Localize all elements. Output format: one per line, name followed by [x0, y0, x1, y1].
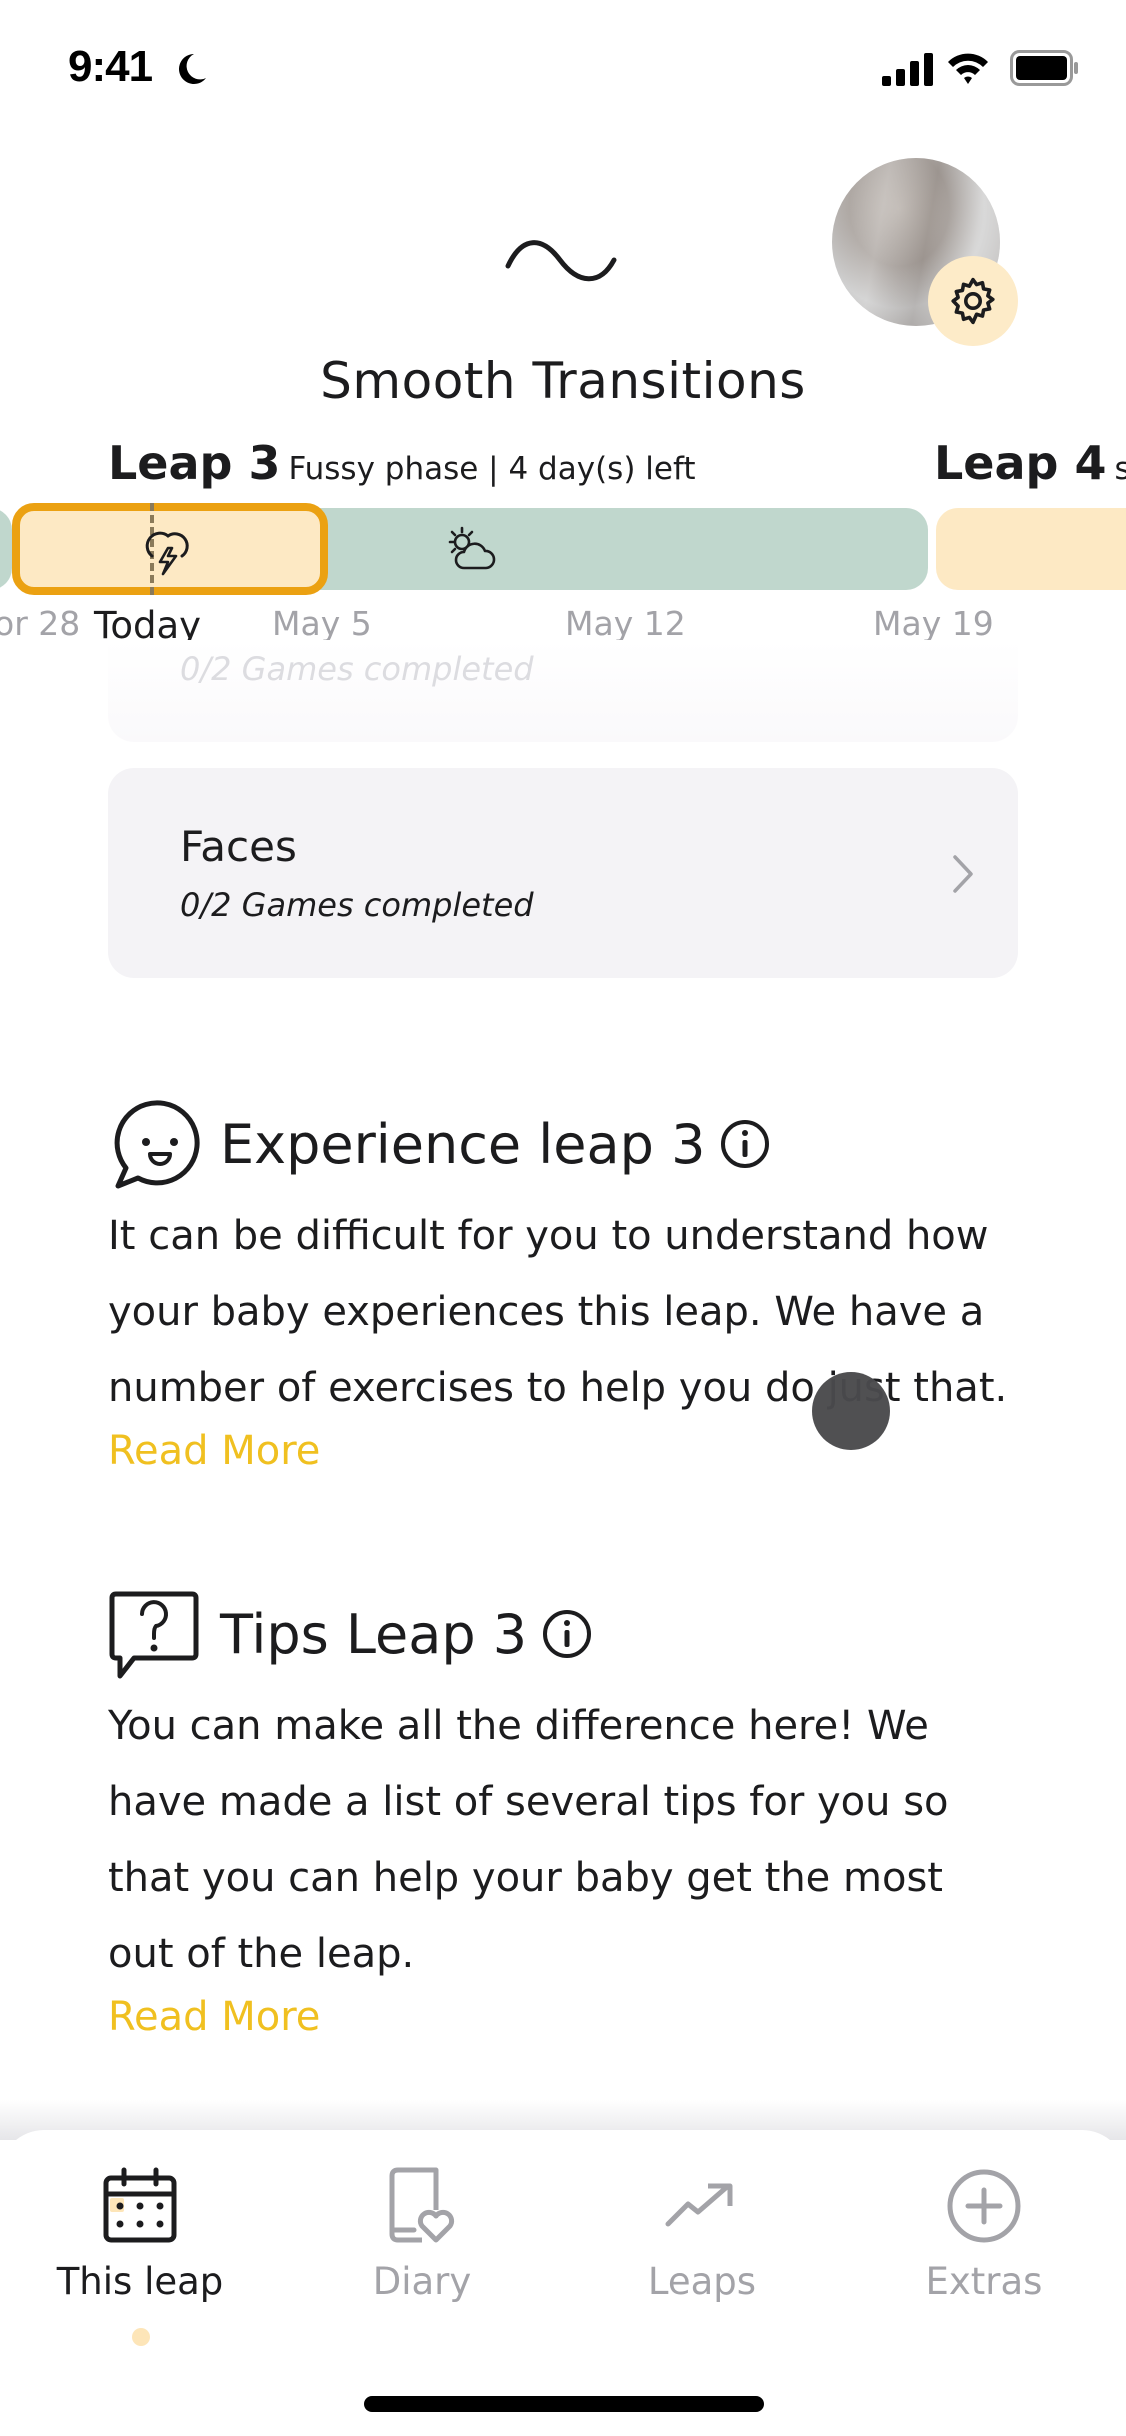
- game-progress: 0/2 Games completed: [180, 886, 534, 924]
- home-indicator[interactable]: [364, 2396, 764, 2412]
- read-more-link[interactable]: Read More: [108, 1426, 320, 1476]
- section-title: Experience leap 3: [220, 1112, 706, 1176]
- gear-icon: [951, 277, 995, 325]
- leap-4-label[interactable]: Leap 4s: [934, 436, 1126, 490]
- game-card[interactable]: 0/2 Games completed: [108, 640, 1018, 742]
- timeline-date: May 5: [272, 604, 372, 643]
- moon-icon: [179, 54, 206, 84]
- active-tab-indicator: [132, 2328, 150, 2346]
- leap-3-label[interactable]: Leap 3 Fussy phase | 4 day(s) left: [108, 436, 695, 490]
- tips-section: Tips Leap 3 You can make all the differe…: [108, 1586, 1008, 2042]
- timeline-date: or 28: [0, 604, 81, 643]
- info-icon[interactable]: [719, 1118, 771, 1170]
- leap-name: Leap 4: [934, 436, 1107, 490]
- diary-heart-icon: [389, 2167, 455, 2243]
- wifi-icon: [948, 53, 988, 84]
- tab-diary[interactable]: Diary: [302, 2166, 542, 2303]
- section-body: You can make all the difference here! We…: [108, 1703, 949, 1977]
- chevron-right-icon: [953, 855, 973, 893]
- storm-icon: [145, 531, 189, 576]
- tab-this-leap[interactable]: This leap: [20, 2166, 260, 2303]
- game-card-faces[interactable]: Faces 0/2 Games completed: [108, 768, 1018, 978]
- tab-label: Diary: [372, 2260, 472, 2303]
- info-icon[interactable]: [541, 1608, 593, 1660]
- read-more-link[interactable]: Read More: [108, 1992, 320, 2042]
- leap-status: s: [1114, 451, 1126, 487]
- section-title: Tips Leap 3: [220, 1602, 528, 1666]
- timeline-segment-calm[interactable]: [306, 508, 928, 590]
- trend-up-icon: [665, 2183, 733, 2227]
- timeline-segment-next-leap[interactable]: [936, 508, 1126, 590]
- settings-button[interactable]: [928, 256, 1018, 346]
- question-speech-icon: [109, 1591, 199, 1679]
- smiley-speech-icon: [114, 1100, 200, 1189]
- leap-name: Leap 3: [108, 436, 281, 490]
- battery-icon: [1010, 50, 1078, 86]
- tab-label: Leaps: [647, 2260, 757, 2303]
- page-title: Smooth Transitions: [320, 352, 806, 410]
- wave-icon: [505, 240, 617, 282]
- calendar-icon: [103, 2167, 177, 2243]
- timeline-date: May 12: [565, 604, 686, 643]
- timeline-date: May 19: [873, 604, 994, 643]
- tab-bar: This leap Diary Leaps Extras: [0, 2130, 1126, 2436]
- game-title: Faces: [180, 822, 297, 871]
- status-bar: 9:41: [0, 0, 1126, 140]
- tab-label: This leap: [56, 2260, 224, 2303]
- leap-status: Fussy phase | 4 day(s) left: [288, 451, 696, 487]
- signal-icon: [882, 53, 933, 86]
- touch-indicator: [812, 1372, 890, 1450]
- game-progress: 0/2 Games completed: [180, 650, 534, 688]
- status-time: 9:41: [68, 42, 153, 91]
- tab-leaps[interactable]: Leaps: [582, 2166, 822, 2303]
- sun-cloud-icon: [448, 526, 496, 570]
- plus-circle-icon: [947, 2169, 1021, 2243]
- tab-label: Extras: [925, 2260, 1043, 2303]
- timeline-segment-previous[interactable]: [0, 508, 12, 590]
- tab-extras[interactable]: Extras: [864, 2166, 1104, 2303]
